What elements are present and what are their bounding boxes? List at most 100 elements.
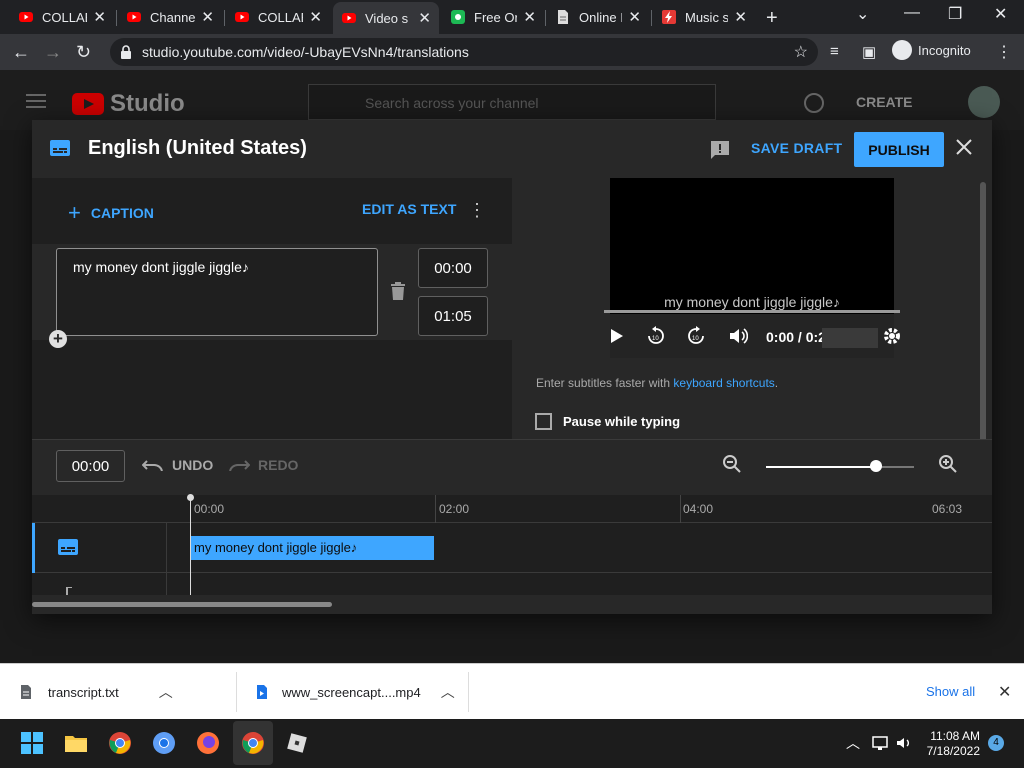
create-button[interactable]: CREATE	[856, 94, 913, 110]
bookmark-star-icon[interactable]: ☆	[794, 42, 808, 62]
tick-label: 00:00	[194, 502, 225, 516]
incognito-icon	[892, 40, 912, 60]
settings-gear-icon[interactable]	[882, 326, 902, 346]
volume-icon[interactable]	[728, 326, 748, 346]
more-options-icon[interactable]: ⋮	[468, 200, 486, 221]
browser-tab-active[interactable]: Video s ✕	[333, 2, 439, 34]
undo-button[interactable]: UNDO	[142, 457, 213, 473]
caption-end-time-input[interactable]: 01:05	[418, 296, 488, 336]
channel-search-input[interactable]: Search across your channel	[308, 84, 716, 120]
lock-icon	[121, 45, 131, 59]
zoom-slider-handle[interactable]	[870, 460, 882, 472]
publish-button[interactable]: PUBLISH	[854, 132, 944, 167]
browser-tab[interactable]: COLLAB ✕	[226, 4, 330, 30]
restore-icon[interactable]: ❐	[948, 4, 962, 24]
youtube-icon	[235, 12, 249, 22]
hamburger-menu-icon[interactable]	[26, 94, 46, 96]
feedback-icon[interactable]	[710, 140, 730, 160]
browser-tab[interactable]: Music s ✕	[653, 4, 755, 30]
browser-tab[interactable]: Channel ✕	[118, 4, 222, 30]
windows-start-icon[interactable]	[20, 731, 44, 755]
chrome-beta-icon[interactable]	[152, 731, 176, 755]
close-icon[interactable]	[954, 137, 974, 157]
help-icon[interactable]	[804, 93, 824, 113]
edit-as-text-button[interactable]: EDIT AS TEXT	[362, 201, 456, 217]
keyboard-shortcuts-link[interactable]: keyboard shortcuts	[673, 376, 774, 390]
caption-cue-block[interactable]: my money dont jiggle jiggle♪	[190, 536, 434, 560]
browser-tab[interactable]: Free Or ✕	[442, 4, 544, 30]
network-icon[interactable]	[872, 735, 888, 751]
tab-search-chevron-icon[interactable]: ⌄	[856, 4, 869, 24]
forward-10-icon[interactable]: 10	[686, 326, 706, 346]
avatar[interactable]	[968, 86, 1000, 118]
download-item[interactable]: transcript.txt ︿	[20, 664, 173, 720]
address-bar[interactable]: studio.youtube.com/video/-UbayEVsNn4/tra…	[110, 38, 818, 66]
browser-tab[interactable]: COLLAB ✕	[10, 4, 114, 30]
timeline-ruler[interactable]: 00:00 02:00 04:00 06:03	[32, 495, 992, 523]
studio-logo[interactable]: Studio	[72, 90, 185, 118]
zoom-out-icon[interactable]	[722, 454, 742, 474]
video-player[interactable]: my money dont jiggle jiggle♪ 10 10 0:00 …	[590, 178, 910, 358]
system-clock[interactable]: 11:08 AM 7/18/2022	[920, 729, 980, 759]
download-filename: www_screencapt....mp4	[282, 684, 421, 700]
rewind-10-icon[interactable]: 10	[646, 326, 666, 346]
pause-while-typing-option[interactable]: Pause while typing	[535, 413, 680, 430]
redo-button[interactable]: REDO	[228, 457, 298, 473]
save-draft-button[interactable]: SAVE DRAFT	[751, 140, 842, 156]
redo-label: REDO	[258, 457, 299, 473]
back-icon[interactable]: ←	[12, 42, 30, 63]
insert-caption-icon[interactable]: +	[49, 330, 67, 348]
timeline-playhead[interactable]	[190, 495, 191, 595]
reload-icon[interactable]: ↻	[76, 42, 91, 63]
url-text: studio.youtube.com/video/-UbayEVsNn4/tra…	[142, 44, 469, 60]
zoom-in-icon[interactable]	[938, 454, 958, 474]
chevron-up-icon[interactable]: ︿	[159, 682, 173, 702]
side-panel-icon[interactable]: ▣	[862, 43, 876, 61]
volume-tray-icon[interactable]	[896, 735, 912, 751]
show-all-downloads-link[interactable]: Show all	[926, 684, 975, 699]
firefox-icon[interactable]	[196, 731, 220, 755]
browser-menu-icon[interactable]: ⋮	[996, 42, 1012, 62]
close-tab-icon[interactable]: ✕	[418, 9, 431, 27]
close-window-icon[interactable]: ✕	[994, 4, 1007, 24]
green-app-icon	[451, 10, 465, 24]
minimize-icon[interactable]: —	[904, 4, 920, 22]
chrome-icon[interactable]	[108, 731, 132, 755]
download-item[interactable]: www_screencapt....mp4 ︿	[256, 664, 455, 720]
chevron-up-icon[interactable]: ︿	[441, 682, 455, 702]
incognito-indicator[interactable]: Incognito	[892, 40, 971, 60]
play-icon[interactable]	[610, 328, 624, 344]
system-tray-chevron-icon[interactable]: ︿	[846, 733, 860, 753]
roblox-icon[interactable]	[285, 731, 309, 755]
pause-while-typing-checkbox[interactable]	[535, 413, 552, 430]
close-downloads-icon[interactable]: ✕	[998, 682, 1011, 702]
timeline-current-time-input[interactable]: 00:00	[56, 450, 125, 482]
undo-label: UNDO	[172, 457, 214, 473]
close-tab-icon[interactable]: ✕	[309, 8, 322, 26]
notification-count-badge[interactable]: 4	[988, 735, 1004, 751]
close-tab-icon[interactable]: ✕	[201, 8, 214, 26]
file-explorer-icon[interactable]	[64, 731, 88, 755]
youtube-icon	[127, 12, 141, 22]
media-control-icon[interactable]: ≡	[830, 43, 839, 60]
caption-text-field[interactable]: my money dont jiggle jiggle♪	[56, 248, 378, 336]
delete-caption-icon[interactable]	[390, 282, 406, 300]
forward-icon[interactable]: →	[44, 42, 62, 63]
browser-tab[interactable]: Online I ✕	[547, 4, 649, 30]
browser-tab-title: Video s	[365, 10, 409, 26]
close-tab-icon[interactable]: ✕	[523, 8, 536, 26]
download-filename: transcript.txt	[48, 684, 119, 700]
close-tab-icon[interactable]: ✕	[93, 8, 106, 26]
search-placeholder: Search across your channel	[365, 95, 539, 111]
horizontal-scrollbar[interactable]	[32, 602, 332, 607]
svg-text:10: 10	[652, 336, 659, 342]
close-tab-icon[interactable]: ✕	[628, 8, 641, 26]
timeline-playhead-handle[interactable]	[187, 494, 194, 501]
add-caption-button[interactable]: + CAPTION	[68, 200, 154, 226]
video-progress-bar[interactable]	[604, 310, 900, 313]
caption-start-time-input[interactable]: 00:00	[418, 248, 488, 288]
download-separator	[468, 672, 469, 712]
close-tab-icon[interactable]: ✕	[734, 8, 747, 26]
chrome-icon[interactable]	[241, 731, 265, 755]
new-tab-icon[interactable]: +	[766, 7, 778, 30]
